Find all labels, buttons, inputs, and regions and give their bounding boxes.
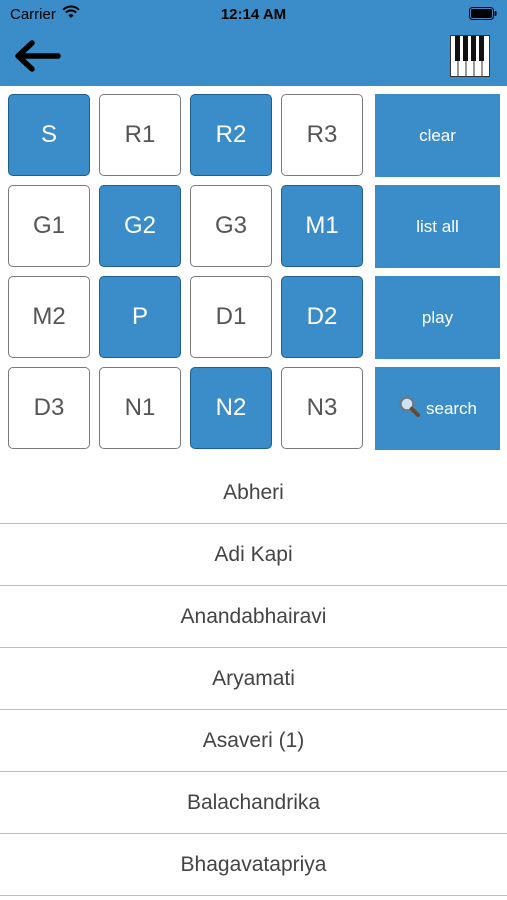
- raga-list: Abheri Adi Kapi Anandabhairavi Aryamati Asav…: [0, 462, 507, 896]
- note-key-d3[interactable]: D3: [8, 367, 90, 449]
- clear-label: clear: [419, 125, 456, 145]
- note-key-g3[interactable]: G3: [190, 185, 272, 267]
- battery-icon: [469, 7, 497, 20]
- note-key-n1[interactable]: N1: [99, 367, 181, 449]
- note-key-d2[interactable]: D2: [281, 276, 363, 358]
- status-bar: Carrier 12:14 AM: [0, 0, 507, 28]
- raga-name: Adi Kapi: [214, 542, 293, 566]
- note-key-n2[interactable]: N2: [190, 367, 272, 449]
- piano-button[interactable]: [450, 35, 490, 77]
- raga-name: Abheri: [223, 480, 284, 504]
- magnifier-icon: [398, 395, 420, 422]
- raga-name: Anandabhairavi: [180, 604, 327, 628]
- search-label: search: [425, 398, 478, 418]
- arrow-left-icon: [15, 40, 61, 72]
- raga-name: Balachandrika: [186, 790, 321, 814]
- status-time: 12:14 AM: [220, 6, 287, 23]
- raga-name: Bhagavatapriya: [180, 852, 327, 876]
- list-all-button[interactable]: list all: [375, 185, 500, 268]
- raga-name: Asaveri (1): [202, 728, 305, 752]
- swara-grid: S R1 R2 R3 G1 G2 G3 M1 M2 P D1 D2 D3 N1 N2 N3: [8, 94, 368, 452]
- note-key-n3[interactable]: N3: [281, 367, 363, 449]
- note-key-d1[interactable]: D1: [190, 276, 272, 358]
- raga-list-item[interactable]: Balachandrika: [0, 772, 507, 834]
- note-key-p[interactable]: P: [99, 276, 181, 358]
- search-button[interactable]: search: [375, 367, 500, 450]
- note-key-m1[interactable]: M1: [281, 185, 363, 267]
- note-key-s[interactable]: S: [8, 94, 90, 176]
- app-header: Carrier 12:14 AM: [0, 0, 507, 86]
- back-button[interactable]: [12, 38, 64, 74]
- raga-name: Aryamati: [212, 666, 295, 690]
- note-key-g1[interactable]: G1: [8, 185, 90, 267]
- note-key-g2[interactable]: G2: [99, 185, 181, 267]
- raga-list-item[interactable]: Adi Kapi: [0, 524, 507, 586]
- raga-list-item[interactable]: Anandabhairavi: [0, 586, 507, 648]
- play-label: play: [421, 307, 454, 327]
- raga-list-item[interactable]: Aryamati: [0, 648, 507, 710]
- note-key-r2[interactable]: R2: [190, 94, 272, 176]
- piano-keyboard-icon: [450, 35, 490, 77]
- play-button[interactable]: play: [375, 276, 500, 359]
- note-key-m2[interactable]: M2: [8, 276, 90, 358]
- raga-list-item[interactable]: Asaveri (1): [0, 710, 507, 772]
- raga-list-item[interactable]: Bhagavatapriya: [0, 834, 507, 896]
- list-all-label: list all: [416, 216, 459, 236]
- note-key-r3[interactable]: R3: [281, 94, 363, 176]
- raga-list-item[interactable]: Abheri: [0, 462, 507, 524]
- note-key-r1[interactable]: R1: [99, 94, 181, 176]
- clear-button[interactable]: clear: [375, 94, 500, 177]
